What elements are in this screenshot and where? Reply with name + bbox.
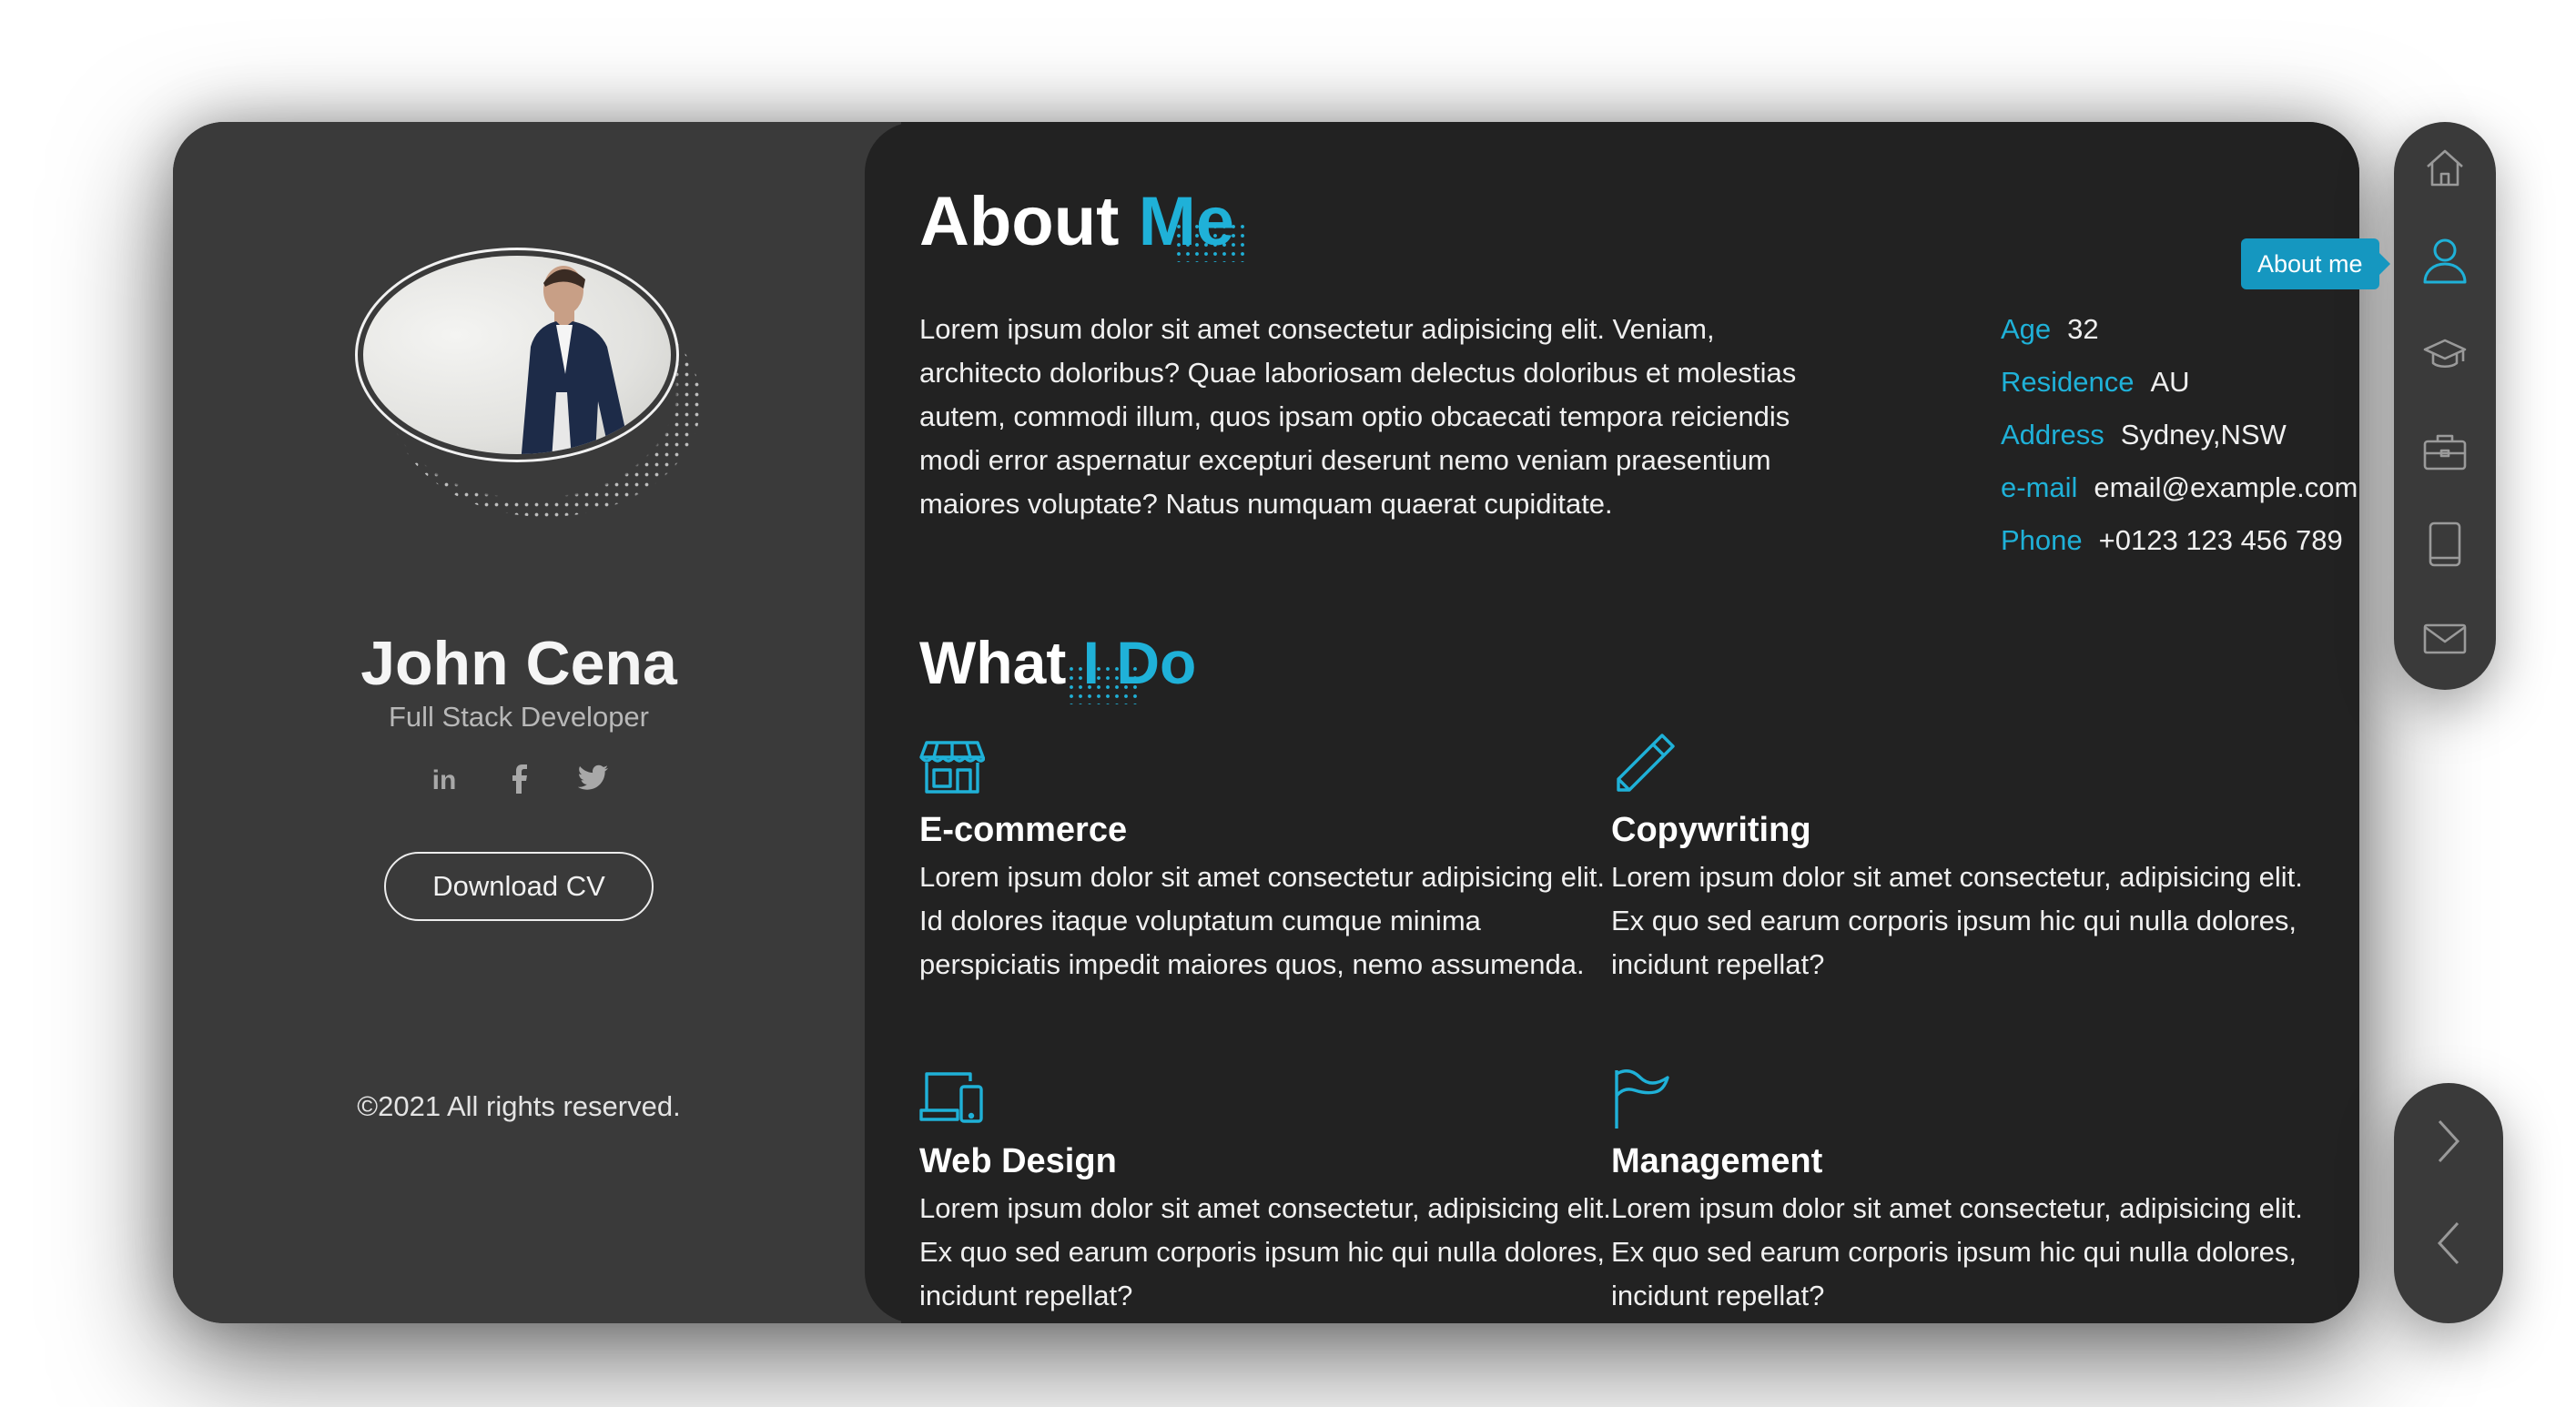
side-navigation: [2394, 122, 2496, 690]
prev-arrow-icon: [2437, 1221, 2459, 1265]
page-navigation: [2394, 1083, 2503, 1323]
flag-icon: [1615, 1069, 1669, 1129]
info-value: +0123 123 456 789: [2098, 524, 2343, 556]
resume-card: John Cena Full Stack Developer in Downlo…: [173, 122, 2359, 1323]
info-row-address: Address Sydney,NSW: [2001, 413, 2358, 466]
content-panel: About Me Lorem ipsum dolor sit amet cons…: [865, 122, 2359, 1323]
linkedin-icon[interactable]: in: [428, 764, 461, 797]
facebook-icon[interactable]: [502, 764, 535, 797]
service-copywriting: Copywriting Lorem ipsum dolor sit amet c…: [1611, 732, 2303, 987]
profile-role: Full Stack Developer: [388, 701, 649, 733]
profile-name: John Cena: [360, 629, 677, 698]
nav-home[interactable]: [2414, 137, 2476, 198]
twitter-glyph: [577, 764, 608, 790]
info-key: Residence: [2001, 366, 2135, 398]
service-web-design: Web Design Lorem ipsum dolor sit amet co…: [919, 1068, 1611, 1318]
info-value: 32: [2067, 313, 2099, 345]
about-text: Lorem ipsum dolor sit amet consectetur a…: [919, 313, 1797, 520]
info-value: Sydney,NSW: [2120, 419, 2287, 450]
service-text: Lorem ipsum dolor sit amet consectetur, …: [1611, 861, 2303, 980]
download-cv-button[interactable]: Download CV: [384, 852, 654, 921]
info-key: Age: [2001, 313, 2052, 345]
person-photo-icon: [521, 266, 627, 454]
nav-portfolio[interactable]: [2414, 513, 2476, 575]
prev-page-button[interactable]: [2418, 1212, 2480, 1274]
nav-experience[interactable]: [2414, 420, 2476, 482]
service-text: Lorem ipsum dolor sit amet consectetur a…: [919, 861, 1605, 980]
info-value: AU: [2150, 366, 2190, 398]
info-row-age: Age 32: [2001, 308, 2358, 360]
social-links: in: [173, 764, 865, 797]
service-text: Lorem ipsum dolor sit amet consectetur, …: [1611, 1192, 2303, 1311]
twitter-icon[interactable]: [577, 764, 610, 797]
service-title: Web Design: [919, 1142, 1117, 1180]
info-key: e-mail: [2001, 471, 2078, 503]
personal-info: Age 32 Residence AU Address Sydney,NSW e-ma…: [2001, 308, 2358, 572]
next-arrow-icon: [2438, 1119, 2460, 1163]
about-heading-main: About: [919, 183, 1139, 260]
envelope-icon: [2423, 623, 2467, 654]
service-title: E-commerce: [919, 811, 1128, 849]
nav-contact[interactable]: [2414, 608, 2476, 670]
store-icon: [919, 741, 985, 794]
info-row-email: e-mail email@example.com: [2001, 466, 2358, 519]
nav-about[interactable]: [2414, 229, 2476, 291]
info-row-residence: Residence AU: [2001, 360, 2358, 413]
services-heading-dots: [1067, 664, 1140, 704]
info-key: Address: [2001, 419, 2104, 450]
facebook-glyph: [512, 764, 527, 794]
info-row-phone: Phone +0123 123 456 789: [2001, 519, 2358, 572]
pencil-icon: [1617, 734, 1675, 792]
service-ecommerce: E-commerce Lorem ipsum dolor sit amet co…: [919, 737, 1611, 987]
avatar: [355, 248, 679, 462]
service-text: Lorem ipsum dolor sit amet consectetur, …: [919, 1192, 1611, 1311]
info-value: email@example.com: [2094, 471, 2358, 503]
avatar-photo: [363, 256, 671, 454]
user-icon: [2423, 238, 2467, 284]
service-title: Management: [1611, 1142, 1823, 1180]
home-icon: [2427, 149, 2463, 187]
info-key: Phone: [2001, 524, 2083, 556]
services-heading-main: What: [919, 629, 1083, 696]
tablet-icon: [2429, 521, 2461, 567]
services-heading: What I Do: [919, 628, 1196, 697]
devices-icon: [919, 1072, 983, 1123]
graduation-cap-icon: [2423, 339, 2467, 369]
about-heading-dots: [1174, 222, 1247, 262]
service-title: Copywriting: [1611, 811, 1811, 849]
nav-tooltip: About me: [2241, 238, 2390, 289]
next-page-button[interactable]: [2418, 1110, 2480, 1172]
copyright-text: ©2021 All rights reserved.: [357, 1090, 681, 1122]
profile-panel: John Cena Full Stack Developer in Downlo…: [173, 122, 901, 1323]
avatar-container: [355, 248, 701, 630]
briefcase-icon: [2423, 434, 2467, 471]
nav-education[interactable]: [2414, 324, 2476, 386]
service-management: Management Lorem ipsum dolor sit amet co…: [1611, 1068, 2303, 1318]
